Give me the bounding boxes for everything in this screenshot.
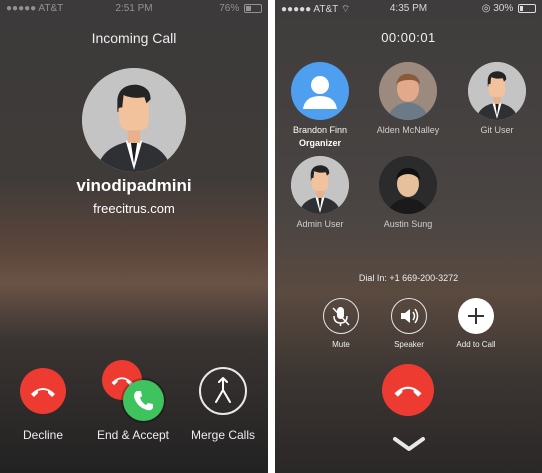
conference-call-screen: ●●●●● AT&T ⌔ 4:35 PM ◎ 30% 00:00:01 Bran… xyxy=(275,0,542,473)
battery-icon xyxy=(518,3,536,13)
battery-indicator: 76% xyxy=(219,3,262,14)
plus-icon xyxy=(468,308,484,324)
end-call-button[interactable] xyxy=(382,364,434,416)
accept-call-icon xyxy=(123,380,164,421)
merge-calls-button[interactable] xyxy=(199,367,247,415)
speaker-label: Speaker xyxy=(394,340,424,349)
default-user-icon xyxy=(303,76,337,109)
participant-avatar[interactable] xyxy=(291,156,349,214)
dial-in-number: Dial In: +1 669-200-3272 xyxy=(358,273,459,283)
mute-label: Mute xyxy=(332,340,350,349)
speaker-button[interactable] xyxy=(391,298,427,334)
participant-name: Austin Sung xyxy=(383,219,433,229)
mute-mic-icon xyxy=(332,307,350,326)
participant-avatar[interactable] xyxy=(379,156,437,214)
hangup-icon xyxy=(31,388,55,397)
end-accept-label: End & Accept xyxy=(96,428,170,442)
status-bar: ●●●●● AT&T ⌔ 4:35 PM ◎ 30% xyxy=(275,2,542,16)
incoming-call-screen: ●●●●● AT&T 2:51 PM 76% Incoming Call vin… xyxy=(0,0,268,473)
hangup-icon xyxy=(394,386,422,397)
merge-calls-icon xyxy=(215,377,231,403)
caller-name: vinodipadmini xyxy=(76,176,192,195)
merge-calls-label: Merge Calls xyxy=(190,428,256,442)
lock-rotation-icon: ◎ xyxy=(481,3,491,14)
caller-avatar xyxy=(82,68,186,172)
page-title: Incoming Call xyxy=(91,30,177,46)
speaker-icon xyxy=(401,308,419,324)
battery-indicator: ◎ 30% xyxy=(482,3,536,14)
participant-avatar[interactable] xyxy=(291,62,349,120)
decline-button[interactable] xyxy=(20,368,66,414)
battery-percent: 76% xyxy=(219,3,240,14)
mute-button[interactable] xyxy=(323,298,359,334)
man-avatar-icon xyxy=(291,156,349,214)
battery-icon xyxy=(244,3,262,13)
participant-avatar[interactable] xyxy=(468,62,526,120)
man-avatar-icon xyxy=(468,62,526,120)
chevron-down-icon[interactable] xyxy=(391,435,427,453)
status-bar: ●●●●● AT&T 2:51 PM 76% xyxy=(0,2,268,16)
participant-name: Git User xyxy=(480,125,514,135)
participant-name: Brandon Finn xyxy=(292,125,348,135)
participant-name: Alden McNalley xyxy=(376,125,440,135)
end-accept-button[interactable] xyxy=(102,360,164,422)
decline-label: Decline xyxy=(22,428,64,442)
participant-name: Admin User xyxy=(296,219,344,229)
add-to-call-label: Add to Call xyxy=(456,340,496,349)
call-timer: 00:00:01 xyxy=(381,30,436,45)
profile-photo xyxy=(379,156,437,214)
profile-photo xyxy=(379,62,437,120)
participant-role: Organizer xyxy=(298,138,341,148)
battery-percent: 30% xyxy=(493,3,514,14)
participant-avatar[interactable] xyxy=(379,62,437,120)
add-to-call-button[interactable] xyxy=(458,298,494,334)
caller-subtitle: freecitrus.com xyxy=(93,201,175,216)
